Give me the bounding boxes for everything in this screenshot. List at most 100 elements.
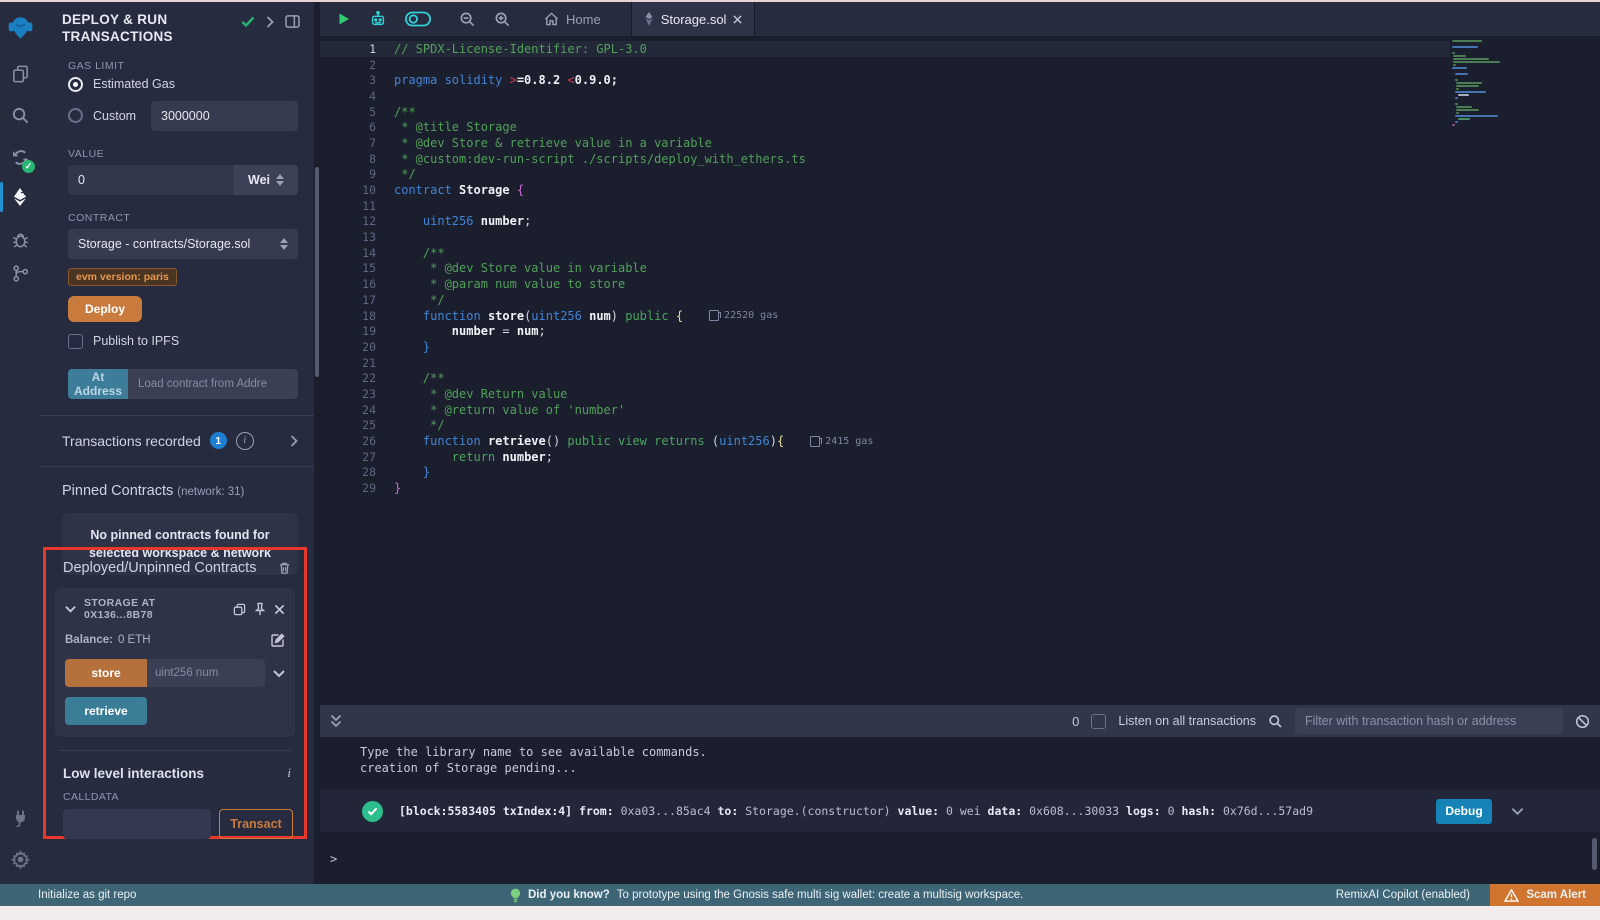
custom-gas-input[interactable] [151,101,298,131]
window-bottom-edge [0,906,1600,920]
code-line[interactable]: 11 [320,198,1450,214]
git-init-status[interactable]: Initialize as git repo [38,889,136,901]
tab-home[interactable]: Home [532,2,613,36]
code-line[interactable]: 5/** [320,104,1450,120]
publish-ipfs-checkbox[interactable] [68,334,83,349]
debug-button[interactable]: Debug [1436,799,1492,824]
solidity-compiler-icon[interactable]: ✓ [0,138,40,176]
expand-tx-chevron-icon[interactable] [1511,807,1524,816]
zoom-out-icon[interactable] [450,2,485,36]
estimated-gas-radio[interactable] [68,77,83,92]
listen-transactions-label: Listen on all transactions [1118,714,1256,728]
info-icon[interactable]: i [236,432,254,450]
run-script-play-icon[interactable] [328,2,360,36]
store-function-button[interactable]: store [65,659,147,687]
retrieve-function-button[interactable]: retrieve [65,697,147,725]
plugin-manager-icon[interactable] [0,798,40,836]
code-line[interactable]: 27 return number; [320,449,1450,465]
listen-transactions-checkbox[interactable] [1091,714,1106,729]
transact-button[interactable]: Transact [219,809,293,839]
value-label: VALUE [68,148,298,160]
terminal-prompt[interactable]: > [330,852,337,866]
code-line[interactable]: 26 function retrieve() public view retur… [320,433,1450,449]
git-icon[interactable] [0,254,40,292]
ai-assistant-robot-icon[interactable] [360,2,396,36]
code-line[interactable]: 7 * @dev Store & retrieve value in a var… [320,135,1450,151]
chevron-down-icon[interactable] [65,605,76,613]
code-line[interactable]: 1// SPDX-License-Identifier: GPL-3.0 [320,41,1450,57]
code-line[interactable]: 6 * @title Storage [320,119,1450,135]
evm-version-badge: evm version: paris [68,268,177,286]
code-line[interactable]: 2 [320,57,1450,73]
terminal-filter-input[interactable] [1295,708,1563,734]
close-tab-icon[interactable] [733,15,742,24]
code-line[interactable]: 19 number = num; [320,323,1450,339]
code-line[interactable]: 20 } [320,339,1450,355]
chevron-right-icon[interactable] [290,435,298,447]
code-line[interactable]: 10contract Storage { [320,182,1450,198]
at-address-button[interactable]: At Address [68,369,128,399]
zoom-in-icon[interactable] [485,2,520,36]
remix-logo-icon[interactable] [0,8,40,46]
code-line[interactable]: 21 [320,355,1450,371]
value-input[interactable] [78,166,224,194]
expand-args-chevron-icon[interactable] [273,669,285,678]
deploy-run-icon[interactable] [0,178,40,216]
file-explorer-icon[interactable] [0,54,40,92]
store-arg-input[interactable] [147,659,265,687]
edit-icon[interactable] [271,633,285,647]
code-line[interactable]: 23 * @dev Return value [320,386,1450,402]
code-line[interactable]: 25 */ [320,418,1450,434]
balance-value: 0 ETH [118,634,151,646]
deployed-contracts-title: Deployed/Unpinned Contracts [63,560,256,576]
code-line[interactable]: 15 * @dev Store value in variable [320,261,1450,277]
pin-icon[interactable] [254,602,266,616]
terminal-output[interactable]: Type the library name to see available c… [320,737,1600,884]
code-line[interactable]: 28 } [320,465,1450,481]
copy-icon[interactable] [233,603,246,616]
close-icon[interactable] [274,604,285,615]
custom-gas-radio[interactable] [68,108,83,123]
debugger-icon[interactable] [0,220,40,258]
code-line[interactable]: 14 /** [320,245,1450,261]
code-line[interactable]: 9 */ [320,167,1450,183]
scam-alert-button[interactable]: Scam Alert [1490,884,1600,906]
code-line[interactable]: 16 * @param num value to store [320,276,1450,292]
transaction-log-row[interactable]: [block:5583405 txIndex:4] from: 0xa03...… [320,790,1600,832]
code-line[interactable]: 24 * @return value of 'number' [320,402,1450,418]
clear-console-icon[interactable] [1575,714,1590,729]
deploy-button[interactable]: Deploy [68,296,142,322]
balance-label: Balance: [65,634,113,646]
trash-icon[interactable] [278,561,291,575]
value-unit-select[interactable]: Wei [234,165,298,195]
terminal-scrollbar[interactable] [1592,838,1597,870]
collapse-terminal-icon[interactable] [330,714,342,728]
code-line[interactable]: 12 uint256 number; [320,214,1450,230]
chevron-right-icon[interactable] [266,16,274,28]
settings-gear-icon[interactable] [0,840,40,878]
code-line[interactable]: 18 function store(uint256 num) public {2… [320,308,1450,324]
code-line[interactable]: 3pragma solidity >=0.8.2 <0.9.0; [320,72,1450,88]
code-line[interactable]: 17 */ [320,292,1450,308]
calldata-input[interactable] [63,809,211,839]
code-line[interactable]: 29} [320,480,1450,496]
panel-scrollbar[interactable] [315,167,319,377]
code-line[interactable]: 4 [320,88,1450,104]
at-address-input[interactable] [128,369,298,399]
code-line[interactable]: 8 * @custom:dev-run-script ./scripts/dep… [320,151,1450,167]
copilot-status[interactable]: RemixAI Copilot (enabled) [1336,889,1470,901]
info-icon[interactable]: i [287,765,291,781]
contract-select[interactable]: Storage - contracts/Storage.sol [68,229,298,259]
search-icon[interactable] [0,96,40,134]
minimap[interactable] [1452,40,1522,127]
code-line[interactable]: 13 [320,229,1450,245]
pinned-contracts-title: Pinned Contracts (network: 31) [62,483,298,499]
terminal: 0 Listen on all transactions Type the li… [320,705,1600,884]
code-line[interactable]: 22 /** [320,370,1450,386]
search-icon[interactable] [1268,714,1283,729]
code-editor[interactable]: 1// SPDX-License-Identifier: GPL-3.023pr… [320,37,1600,705]
copilot-toggle-icon[interactable] [396,2,440,36]
transactions-recorded-row[interactable]: Transactions recorded 1 i [62,432,298,450]
tab-storage-sol[interactable]: Storage.sol [631,2,756,36]
pin-panel-icon[interactable] [285,15,300,28]
